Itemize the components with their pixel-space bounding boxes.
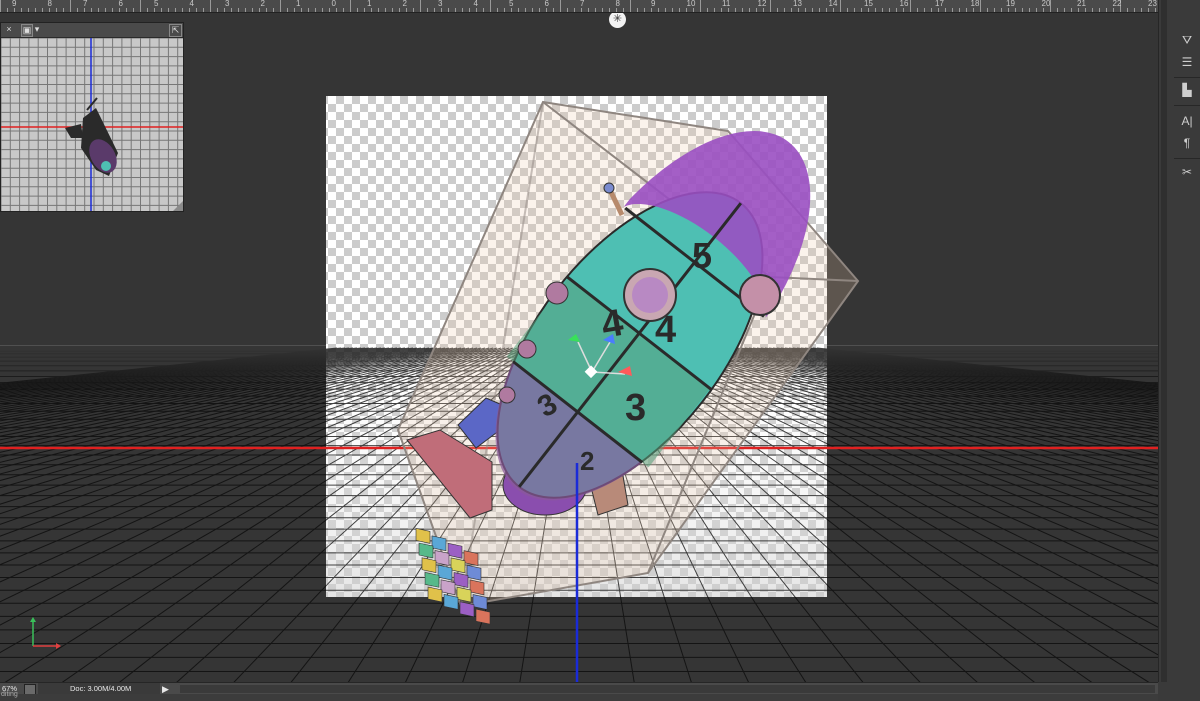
ruler-number: 2 [260,0,265,8]
horizontal-scrollbar[interactable] [180,685,1155,693]
fin-tile [437,564,453,581]
ruler-number: 1 [367,0,372,8]
horizontal-ruler[interactable]: 9 8 7 6 5 4 3 2 1 0 1 2 3 4 5 6 7 8 9 10 11 12 13 14 15 16 17 18 19 2… [0,0,1158,13]
ruler-number: 3 [438,0,443,8]
fin-tile [466,564,482,581]
tools-icon[interactable]: ✂ [1176,162,1198,182]
fin-tile [427,586,443,603]
ruler-number: 3 [225,0,230,8]
ruler-number: 5 [509,0,514,8]
character-icon[interactable]: A| [1176,111,1198,131]
fin-tile [459,601,475,618]
ruler-number: 4 [473,0,478,8]
right-panel-dock: ⛛ ☰ ▙ A| ¶ ✂ [1158,0,1200,701]
scroll-corner [1158,682,1170,701]
fin-tile [447,542,463,559]
ruler-number: 20 [1041,0,1051,8]
fin-tile [469,579,485,596]
ruler-number: 4 [189,0,194,8]
ruler-number: 14 [828,0,838,8]
swap-view-icon[interactable]: ⇱ [169,24,182,37]
fin-tile [450,557,466,574]
fin-tile [424,571,440,588]
ruler-number: 23 [1148,0,1157,8]
3d-viewport[interactable]: 5 4 4 3 3 2 ✳ × ▣ ▾ ⇱ [0,13,1158,682]
brush-preset-icon[interactable]: ⛛ [1176,30,1198,50]
ruler-number: 21 [1077,0,1086,8]
fin-tile [463,550,479,566]
fin-tile [418,542,434,559]
rocket-label-3a: 3 [625,387,646,429]
ruler-number: 18 [970,0,980,8]
secondary-view-titlebar: × ▣ ▾ ⇱ [1,23,183,38]
fin-tile [456,586,472,603]
ruler-number: 6 [544,0,549,8]
panel-separator [1174,77,1200,78]
ruler-number: 11 [722,0,731,8]
ruler-number: 9 [651,0,656,8]
ruler-number: 5 [154,0,159,8]
ruler-number: 16 [899,0,909,8]
fin-tile [434,550,450,566]
ruler-number: 22 [1112,0,1122,8]
panel-separator [1174,105,1200,106]
ruler-number: 9 [12,0,17,8]
bottom-strip: diting [0,691,1170,701]
ruler-number: 6 [118,0,123,8]
fin-tile [475,608,491,625]
ruler-number: 10 [686,0,696,8]
fin-tile [443,594,459,610]
close-view-button[interactable]: × [4,24,14,35]
rocket-label-2: 2 [580,446,594,476]
panel-divider [1161,0,1167,701]
ruler-number: 8 [615,0,620,8]
ruler-number: 8 [47,0,52,8]
fin-tile [472,594,488,610]
adjustments-icon[interactable]: ☰ [1176,52,1198,72]
fin-tile [415,528,431,544]
secondary-view-panel[interactable]: × ▣ ▾ ⇱ [0,22,184,212]
paragraph-icon[interactable]: ¶ [1176,133,1198,153]
ruler-number: 13 [793,0,802,8]
ruler-number: 15 [864,0,873,8]
ruler-ticks [0,0,1156,12]
rocket-label-5: 5 [692,235,712,276]
ruler-number: 7 [580,0,585,8]
ruler-number: 1 [296,0,301,8]
ruler-number: 2 [402,0,407,8]
fin-tile [453,572,469,588]
ruler-number: 19 [1006,0,1015,8]
ruler-number: 17 [935,0,944,8]
bottom-tab-label[interactable]: diting [1,691,18,698]
fin-tile [440,579,456,596]
panel-separator [1174,158,1200,159]
ruler-number: 12 [757,0,767,8]
fin-tile [421,557,437,574]
align-icon[interactable]: ▙ [1176,80,1198,100]
view-menu-icon[interactable]: ▾ [33,24,41,35]
secondary-view-grid [1,38,183,211]
ruler-number: 7 [83,0,88,8]
ruler-number: 0 [331,0,336,8]
view-type-icon[interactable]: ▣ [21,24,33,37]
fin-tile [431,535,447,552]
